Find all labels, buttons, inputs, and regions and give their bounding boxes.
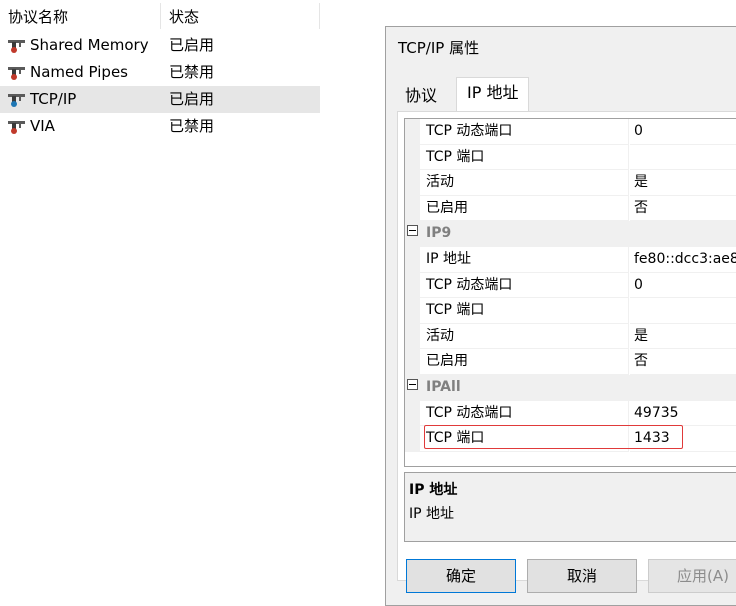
property-value[interactable]: 否 — [630, 196, 736, 222]
cancel-button[interactable]: 取消 — [527, 559, 637, 593]
ok-button[interactable]: 确定 — [406, 559, 516, 593]
grid-row[interactable]: 活动 是 — [405, 170, 736, 196]
property-name: 已启用 — [420, 195, 629, 222]
property-value[interactable]: 是 — [630, 170, 736, 196]
property-name: TCP 动态端口 — [420, 119, 629, 145]
grid-gutter — [405, 247, 420, 273]
grid-row[interactable]: 已启用 否 — [405, 195, 736, 222]
column-header-state[interactable]: 状态 — [169, 3, 199, 31]
grid-gutter — [405, 400, 420, 427]
property-name: 活动 — [420, 323, 629, 350]
property-name: TCP 动态端口 — [420, 272, 629, 299]
dialog-title: TCP/IP 属性 — [398, 39, 480, 57]
grid-gutter — [405, 426, 420, 452]
collapse-toggle-icon[interactable] — [407, 379, 418, 390]
tab-ip-addresses[interactable]: IP 地址 — [456, 77, 530, 112]
grid-row[interactable]: IP 地址 fe80::dcc3:ae89: — [405, 247, 736, 273]
tab-strip: 协议 IP 地址 — [397, 77, 736, 112]
property-name: 已启用 — [420, 349, 629, 375]
category-name: IPAll — [426, 379, 461, 395]
property-value[interactable] — [630, 298, 736, 324]
tcp-ip-properties-dialog: TCP/IP 属性 协议 IP 地址 TCP 动态端口 0 TCP 端口 活动 … — [385, 26, 736, 606]
protocol-name: Named Pipes — [30, 63, 128, 81]
protocol-icon — [8, 121, 25, 134]
grid-gutter — [405, 195, 420, 222]
grid-gutter — [405, 144, 420, 171]
grid-row[interactable]: 活动 是 — [405, 323, 736, 350]
property-name: IP 地址 — [420, 247, 629, 273]
protocol-state: 已启用 — [169, 36, 215, 54]
protocol-icon — [8, 67, 25, 80]
category-name: IP9 — [426, 225, 452, 242]
grid-gutter — [405, 298, 420, 324]
grid-gutter — [405, 323, 420, 350]
tab-protocol[interactable]: 协议 — [397, 81, 445, 111]
protocol-state: 已禁用 — [169, 63, 215, 81]
property-grid: TCP 动态端口 0 TCP 端口 活动 是 已启用 否 IP9 IP 地址 f… — [404, 118, 736, 467]
property-value[interactable]: 否 — [630, 349, 736, 375]
property-value[interactable]: fe80::dcc3:ae89: — [630, 247, 736, 273]
grid-row[interactable]: TCP 动态端口 0 — [405, 272, 736, 299]
protocol-name: Shared Memory — [30, 36, 149, 54]
protocol-icon — [8, 40, 25, 53]
column-divider[interactable] — [319, 3, 320, 29]
description-title: IP 地址 — [409, 482, 458, 498]
apply-button[interactable]: 应用(A) — [648, 559, 736, 593]
grid-category-ipall[interactable]: IPAll — [405, 375, 736, 401]
annotation-highlight-box — [424, 425, 683, 449]
grid-row[interactable]: TCP 端口 — [405, 298, 736, 324]
grid-row[interactable]: 已启用 否 — [405, 349, 736, 375]
protocol-list-panel: 协议名称 状态 Shared Memory 已启用 Named Pipes 已禁… — [0, 0, 320, 590]
property-value[interactable]: 是 — [630, 324, 736, 350]
property-name: TCP 端口 — [420, 298, 629, 324]
property-value[interactable]: 0 — [630, 273, 736, 299]
column-header-protocol-name[interactable]: 协议名称 — [8, 3, 68, 31]
property-name: TCP 动态端口 — [420, 400, 629, 427]
protocol-state: 已禁用 — [169, 117, 215, 135]
grid-gutter — [405, 272, 420, 299]
protocol-row-via[interactable]: VIA 已禁用 — [0, 113, 320, 140]
grid-row[interactable]: TCP 动态端口 0 — [405, 119, 736, 145]
description-text: IP 地址 — [409, 506, 455, 522]
collapse-toggle-icon[interactable] — [407, 225, 418, 237]
grid-gutter — [405, 170, 420, 196]
protocol-row-named-pipes[interactable]: Named Pipes 已禁用 — [0, 59, 320, 86]
protocol-row-shared-memory[interactable]: Shared Memory 已启用 — [0, 32, 320, 59]
protocol-icon — [8, 94, 25, 107]
description-panel: IP 地址 IP 地址 — [404, 472, 736, 542]
grid-gutter — [405, 349, 420, 375]
tab-content: TCP 动态端口 0 TCP 端口 活动 是 已启用 否 IP9 IP 地址 f… — [397, 111, 736, 581]
protocol-name: TCP/IP — [30, 90, 77, 108]
protocol-name: VIA — [30, 117, 55, 135]
grid-row[interactable]: TCP 动态端口 49735 — [405, 400, 736, 427]
column-divider[interactable] — [160, 3, 161, 29]
property-value[interactable]: 0 — [630, 119, 736, 145]
grid-category-ip9[interactable]: IP9 — [405, 221, 736, 247]
property-name: 活动 — [420, 170, 629, 196]
protocol-state: 已启用 — [169, 90, 215, 108]
protocol-row-tcp-ip[interactable]: TCP/IP 已启用 — [0, 86, 320, 113]
grid-gutter — [405, 119, 420, 145]
property-name: TCP 端口 — [420, 144, 629, 171]
grid-row[interactable]: TCP 端口 — [405, 144, 736, 171]
property-value[interactable] — [630, 145, 736, 171]
property-value[interactable]: 49735 — [630, 401, 736, 427]
